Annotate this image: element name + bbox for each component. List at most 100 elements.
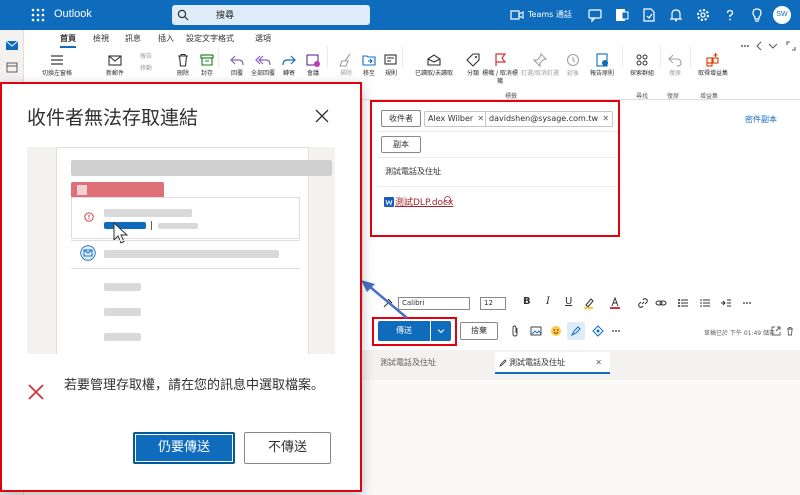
chat-icon[interactable] bbox=[587, 7, 603, 23]
trash-icon[interactable] bbox=[785, 326, 795, 336]
flag-button[interactable]: 標幟 / 取消標幟 bbox=[480, 52, 520, 88]
search-box[interactable] bbox=[172, 5, 370, 25]
more-actions-icon[interactable] bbox=[611, 328, 621, 334]
close-icon[interactable] bbox=[314, 108, 330, 124]
info-icon bbox=[84, 212, 94, 222]
recipient-chip[interactable]: Alex Wilber ✕ bbox=[424, 111, 489, 127]
link-alt-icon[interactable] bbox=[655, 297, 667, 309]
app-launcher-icon[interactable] bbox=[30, 7, 46, 23]
search-input[interactable]: 搜尋 bbox=[216, 8, 234, 21]
tab-insert[interactable]: 插入 bbox=[158, 33, 174, 44]
font-size-select[interactable]: 12 bbox=[480, 297, 506, 310]
illustration-bar bbox=[71, 160, 332, 176]
tab-message[interactable]: 訊息 bbox=[125, 33, 141, 44]
bcc-link[interactable]: 密件副本 bbox=[745, 114, 777, 125]
avatar[interactable]: SW bbox=[773, 6, 791, 24]
draft-tab[interactable]: 測試電話及住址 bbox=[366, 352, 492, 374]
forward-icon bbox=[282, 55, 296, 66]
tab-home[interactable]: 首頁 bbox=[60, 33, 76, 48]
bold-icon[interactable]: B bbox=[523, 296, 531, 307]
report-small-button[interactable]: 報告 bbox=[140, 51, 152, 60]
send-button[interactable]: 傳送 bbox=[378, 321, 430, 341]
draft-tab-active[interactable]: 測試電話及住址 ✕ bbox=[495, 352, 610, 374]
get-addins-icon bbox=[706, 53, 719, 67]
subject-field[interactable]: 測試電話及住址 bbox=[385, 166, 441, 177]
search-icon bbox=[177, 9, 189, 21]
settings-icon[interactable] bbox=[695, 7, 711, 23]
get-addins-button[interactable]: 取得增益集 bbox=[694, 52, 732, 88]
cc-button[interactable]: 副本 bbox=[381, 136, 421, 153]
mail-icon[interactable] bbox=[5, 38, 19, 52]
snooze-button[interactable]: 延後 bbox=[560, 52, 586, 88]
numbered-list-icon[interactable] bbox=[699, 297, 711, 309]
discover-groups-button[interactable]: 探索群組 bbox=[624, 52, 660, 88]
help-icon[interactable] bbox=[722, 7, 738, 23]
group-mail-icon bbox=[80, 245, 96, 261]
loop-icon[interactable] bbox=[592, 325, 604, 337]
illustration-bar bbox=[104, 283, 141, 291]
ribbon-separator bbox=[218, 46, 219, 68]
pin-icon bbox=[532, 52, 548, 68]
move-small-button[interactable]: 移動 bbox=[140, 63, 152, 72]
dialog-title: 收件者無法存取連結 bbox=[27, 107, 199, 129]
indent-icon[interactable] bbox=[720, 297, 732, 309]
discard-button[interactable]: 捨棄 bbox=[460, 322, 498, 340]
illustration-bar bbox=[104, 209, 192, 217]
pencil-icon bbox=[499, 359, 507, 367]
forms-icon[interactable] bbox=[641, 7, 657, 23]
to-button[interactable]: 收件者 bbox=[381, 110, 421, 127]
app-name[interactable]: Outlook bbox=[54, 8, 92, 20]
highlight-icon[interactable] bbox=[583, 297, 597, 309]
image-icon[interactable] bbox=[530, 325, 542, 337]
expand-icon[interactable] bbox=[786, 41, 796, 51]
divider bbox=[71, 268, 300, 269]
new-mail-icon bbox=[108, 55, 122, 66]
read-unread-button[interactable]: 已讀取/未讀取 bbox=[412, 52, 456, 88]
designer-button[interactable] bbox=[567, 322, 585, 340]
tab-options[interactable]: 選項 bbox=[255, 33, 271, 44]
tab-view[interactable]: 檢視 bbox=[93, 33, 109, 44]
hamburger-icon bbox=[51, 55, 63, 65]
archive-icon bbox=[200, 54, 214, 66]
remove-recipient-icon[interactable]: ✕ bbox=[478, 112, 485, 126]
teams-call-label[interactable]: Teams 通話 bbox=[528, 9, 572, 20]
group-label-tags: 標籤 bbox=[505, 93, 518, 100]
bell-icon[interactable] bbox=[668, 7, 684, 23]
delete-icon bbox=[178, 53, 188, 67]
pin-button[interactable]: 釘選/取消釘選 bbox=[520, 52, 560, 88]
link-icon[interactable] bbox=[637, 297, 649, 309]
reply-icon bbox=[230, 55, 244, 66]
attach-icon[interactable] bbox=[510, 325, 520, 337]
dialog-message: 若要管理存取權，請在您的訊息中選取檔案。 bbox=[64, 378, 325, 393]
lightbulb-icon[interactable] bbox=[749, 7, 765, 23]
close-tab-icon[interactable]: ✕ bbox=[595, 352, 602, 374]
recipient-chip[interactable]: davidshen@sysage.com.tw ✕ bbox=[485, 111, 614, 127]
more-options-icon[interactable] bbox=[740, 41, 750, 51]
more-format-icon[interactable] bbox=[742, 299, 752, 307]
popout-icon[interactable] bbox=[771, 326, 781, 336]
chevron-left-icon[interactable] bbox=[754, 41, 764, 51]
report-policy-icon bbox=[596, 53, 608, 67]
undo-button[interactable]: 復原 bbox=[662, 52, 688, 88]
calendar-icon[interactable] bbox=[5, 60, 19, 74]
ribbon-separator bbox=[327, 46, 328, 68]
meeting-icon bbox=[306, 54, 320, 67]
tab-format-text[interactable]: 設定文字格式 bbox=[186, 33, 234, 44]
italic-icon[interactable]: I bbox=[546, 296, 550, 307]
doc-glyph bbox=[77, 185, 87, 195]
divider bbox=[378, 157, 618, 158]
remove-recipient-icon[interactable]: ✕ bbox=[602, 112, 609, 126]
office-icon[interactable] bbox=[614, 7, 630, 23]
bullet-list-icon[interactable] bbox=[677, 297, 689, 309]
pen-icon bbox=[570, 326, 581, 337]
underline-icon[interactable]: U bbox=[565, 296, 572, 307]
font-color-icon[interactable] bbox=[609, 297, 623, 309]
chevron-down-icon[interactable] bbox=[768, 41, 778, 51]
send-options-button[interactable] bbox=[431, 321, 451, 341]
emoji-icon[interactable] bbox=[550, 325, 562, 337]
ribbon-separator bbox=[660, 46, 661, 68]
send-anyway-button[interactable]: 仍要傳送 bbox=[133, 432, 235, 464]
dont-send-button[interactable]: 不傳送 bbox=[244, 432, 331, 464]
report-policy-button[interactable]: 報告原則 bbox=[584, 52, 620, 88]
video-call-icon[interactable] bbox=[510, 7, 524, 23]
